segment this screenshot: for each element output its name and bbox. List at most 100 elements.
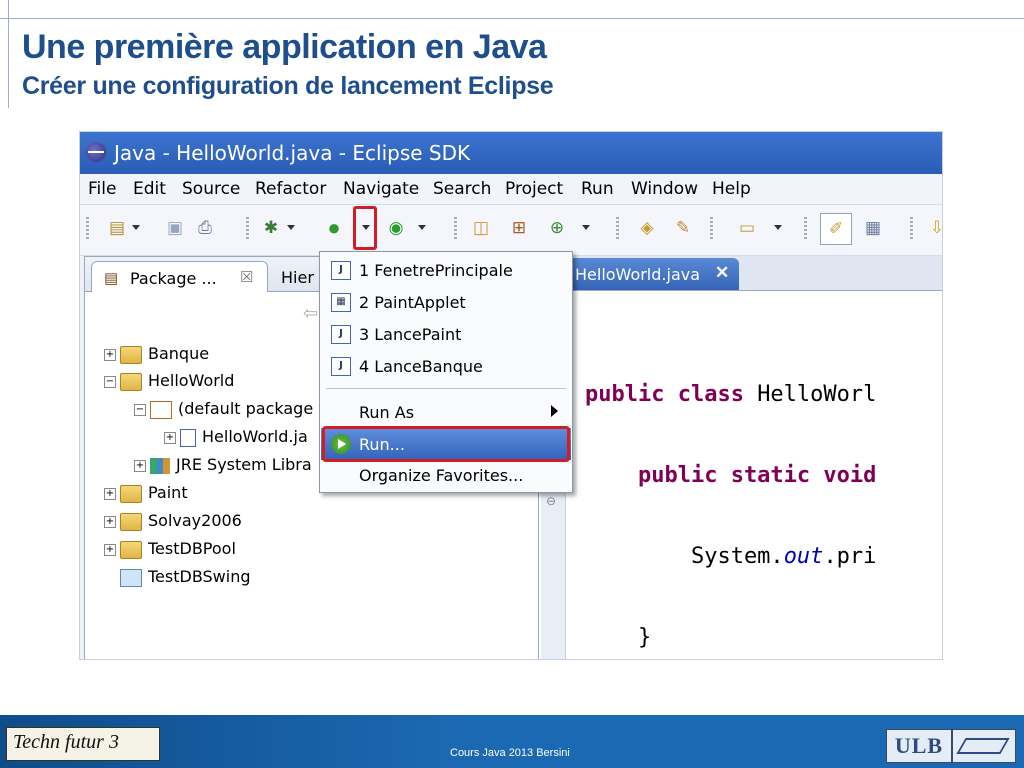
java-file-icon	[180, 428, 196, 447]
menu-window[interactable]: Window	[631, 179, 698, 199]
external-tools-icon[interactable]: ◉	[385, 217, 407, 239]
next-annotation-icon[interactable]: ⇩	[926, 217, 942, 239]
open-folder-icon[interactable]: ▭	[736, 217, 758, 239]
toolbar-separator	[804, 217, 807, 241]
search-icon[interactable]: ✎	[672, 217, 694, 239]
tree-item-label: Paint	[148, 483, 188, 502]
expand-icon[interactable]: +	[164, 431, 176, 444]
external-tools-dropdown-icon[interactable]	[418, 225, 426, 230]
tree-item-label: (default package	[178, 399, 314, 418]
menu-file[interactable]: File	[88, 179, 116, 199]
expand-icon[interactable]: +	[134, 459, 146, 472]
menu-separator	[326, 388, 566, 389]
tree-item-banque[interactable]: + Banque	[104, 344, 209, 368]
applet-icon: ▦	[331, 293, 351, 312]
course-label: Cours Java 2013 Bersini	[450, 747, 570, 759]
menu-item-organize-favorites[interactable]: Organize Favorites...	[321, 459, 571, 491]
fold-marker-icon[interactable]: ⊖	[546, 494, 556, 508]
menu-refactor[interactable]: Refactor	[255, 179, 326, 199]
expand-icon[interactable]: +	[104, 543, 116, 556]
tree-item-label: Banque	[148, 344, 210, 363]
menu-project[interactable]: Project	[505, 179, 563, 199]
menu-edit[interactable]: Edit	[133, 179, 166, 199]
new-class-icon[interactable]: ⊞	[508, 217, 530, 239]
menu-navigate[interactable]: Navigate	[343, 179, 419, 199]
editor-tab-label: HelloWorld.java	[575, 265, 701, 284]
run-dropdown-highlight	[353, 206, 377, 250]
project-icon	[120, 540, 142, 559]
save-icon[interactable]: ▣	[164, 217, 186, 239]
toolbar-separator	[616, 217, 619, 241]
java-app-icon: J	[331, 325, 351, 344]
toolbar-separator	[710, 217, 713, 241]
menu-item-lancebanque[interactable]: J4 LanceBanque	[321, 350, 571, 382]
technofutur-logo: Techn futur 3	[6, 727, 160, 761]
tree-item-label: HelloWorld	[148, 371, 235, 390]
code-editor[interactable]: public class HelloWorl public static voi…	[585, 332, 877, 659]
library-icon	[150, 457, 170, 474]
slide-subtitle: Créer une configuration de lancement Ecl…	[22, 72, 554, 100]
slide-title: Une première application en Java	[22, 28, 547, 66]
menu-item-fenetreprincipale[interactable]: J1 FenetrePrincipale	[321, 254, 571, 286]
code-line: public class HelloWorl	[585, 382, 877, 407]
project-icon	[120, 484, 142, 503]
java-app-icon: J	[331, 261, 351, 280]
package-icon	[150, 400, 172, 419]
new-interface-icon[interactable]: ⊕	[546, 217, 568, 239]
slide-footer: Techn futur 3 Cours Java 2013 Bersini UL…	[0, 715, 1024, 768]
new-dropdown-icon[interactable]	[132, 225, 140, 230]
tree-item-label: HelloWorld.ja	[202, 427, 308, 446]
new-package-icon[interactable]: ◫	[470, 217, 492, 239]
tree-item-label: TestDBSwing	[148, 567, 251, 586]
menu-item-run-as[interactable]: Run As	[321, 396, 571, 428]
menu-item-lancepaint[interactable]: J3 LancePaint	[321, 318, 571, 350]
project-icon	[120, 345, 142, 364]
open-type-icon[interactable]: ◈	[636, 217, 658, 239]
left-rule	[8, 0, 9, 108]
tree-item-helloworld[interactable]: − HelloWorld	[104, 371, 234, 395]
toolbar-separator	[454, 217, 457, 241]
tree-item-jre-library[interactable]: + JRE System Libra	[134, 455, 312, 479]
tree-item-label: JRE System Libra	[176, 455, 312, 474]
menu-item-paintapplet[interactable]: ▦ 2 PaintApplet	[321, 286, 571, 318]
new-interface-dropdown-icon[interactable]	[582, 225, 590, 230]
menu-search[interactable]: Search	[433, 179, 491, 199]
ulb-emblem-icon	[952, 729, 1016, 763]
print-icon[interactable]: ⎙	[194, 217, 216, 239]
close-icon[interactable]: ☒	[240, 268, 253, 286]
toolbar-separator	[246, 217, 249, 241]
tab-hierarchy[interactable]: Hier	[281, 268, 314, 287]
collapse-icon[interactable]: −	[134, 403, 146, 416]
debug-icon[interactable]: ✱	[260, 217, 282, 239]
expand-icon[interactable]: +	[104, 348, 116, 361]
open-folder-dropdown-icon[interactable]	[774, 225, 782, 230]
show-whitespace-icon[interactable]: ▦	[862, 217, 884, 239]
close-icon[interactable]: ✕	[715, 263, 729, 283]
menu-run[interactable]: Run	[581, 179, 614, 199]
project-icon	[120, 372, 142, 391]
menu-bar: File Edit Source Refactor Navigate Searc…	[80, 174, 942, 205]
tree-item-paint[interactable]: + Paint	[104, 483, 188, 507]
toggle-mark-occurrences-icon[interactable]: ✐	[820, 213, 852, 245]
collapse-icon[interactable]: −	[104, 375, 116, 388]
debug-dropdown-icon[interactable]	[287, 225, 295, 230]
tree-item-helloworld-java[interactable]: + HelloWorld.ja	[164, 427, 308, 451]
tree-item-default-package[interactable]: − (default package	[134, 399, 313, 423]
window-title: Java - HelloWorld.java - Eclipse SDK	[114, 141, 471, 165]
tree-item-testdbswing[interactable]: TestDBSwing	[120, 567, 251, 591]
tree-item-solvay2006[interactable]: + Solvay2006	[104, 511, 242, 535]
tree-item-label: Solvay2006	[148, 511, 242, 530]
toolbar-grip	[86, 217, 89, 241]
run-icon[interactable]: ●	[323, 215, 345, 240]
new-icon[interactable]: ▤	[106, 217, 128, 239]
tree-item-label: TestDBPool	[148, 539, 236, 558]
menu-help[interactable]: Help	[712, 179, 751, 199]
tab-package-explorer[interactable]: ▤ Package ... ☒	[91, 261, 268, 292]
back-arrow-icon[interactable]: ⇦	[303, 303, 318, 324]
submenu-arrow-icon	[551, 405, 558, 417]
tree-item-testdbpool[interactable]: + TestDBPool	[104, 539, 236, 563]
expand-icon[interactable]: +	[104, 515, 116, 528]
menu-source[interactable]: Source	[182, 179, 240, 199]
editor-tabbar: HelloWorld.java ✕	[539, 256, 942, 291]
expand-icon[interactable]: +	[104, 487, 116, 500]
